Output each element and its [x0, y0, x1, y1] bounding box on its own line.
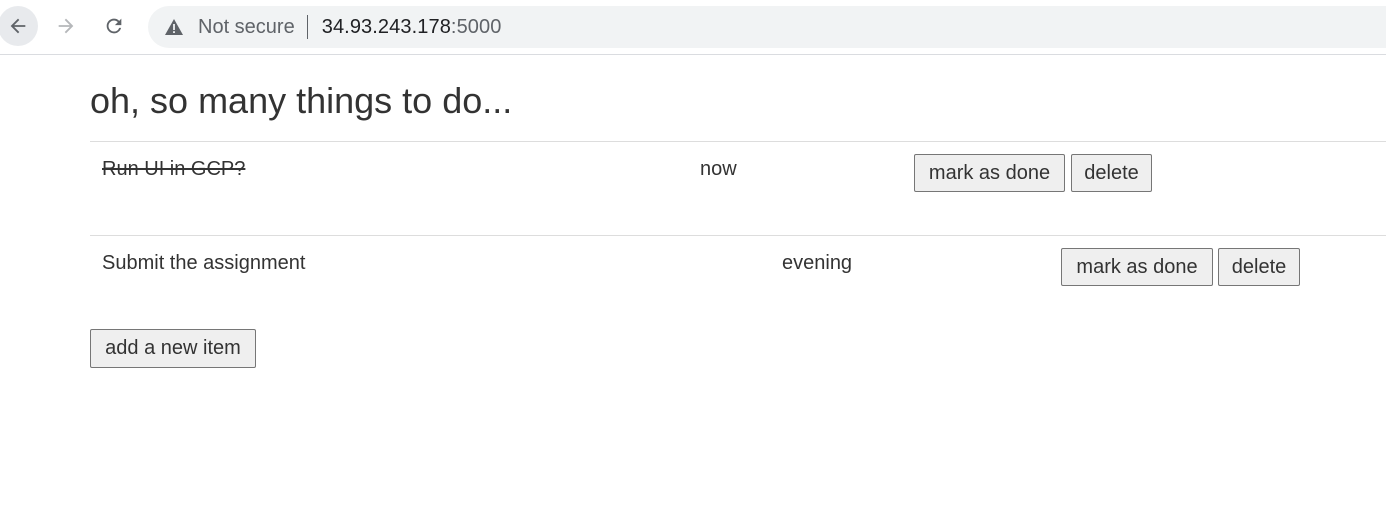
url-port: :5000: [450, 15, 502, 38]
todo-text: Run UI in GCP?: [102, 158, 246, 180]
todo-item: Submit the assignment evening mark as do…: [90, 235, 1386, 330]
todo-time: evening: [782, 252, 853, 274]
delete-button[interactable]: delete: [1071, 154, 1152, 192]
url-host: 34.93.243.178: [321, 15, 451, 38]
forward-button[interactable]: [46, 6, 86, 46]
arrow-right-icon: [58, 18, 74, 34]
todo-text: Submit the assignment: [102, 252, 306, 274]
warning-icon[interactable]: [164, 17, 184, 37]
mark-as-done-button[interactable]: mark as done: [1061, 248, 1213, 286]
back-button[interactable]: [0, 6, 38, 46]
page-title: oh, so many things to do...: [90, 80, 513, 121]
address-divider: [306, 15, 308, 39]
reload-button[interactable]: [94, 6, 134, 46]
todo-item: Run UI in GCP? now mark as done delete: [90, 141, 1386, 236]
arrow-left-icon: [10, 18, 26, 34]
url-text[interactable]: 34.93.243.178:5000: [322, 16, 502, 39]
mark-as-done-button[interactable]: mark as done: [914, 154, 1065, 192]
todo-time: now: [700, 158, 737, 180]
reload-icon: [106, 18, 122, 34]
security-status[interactable]: Not secure: [198, 16, 295, 39]
add-new-item-button[interactable]: add a new item: [90, 329, 256, 368]
browser-toolbar: Not secure 34.93.243.178:5000: [0, 0, 1386, 55]
delete-button[interactable]: delete: [1218, 248, 1300, 286]
address-bar[interactable]: Not secure 34.93.243.178:5000: [148, 6, 1386, 48]
